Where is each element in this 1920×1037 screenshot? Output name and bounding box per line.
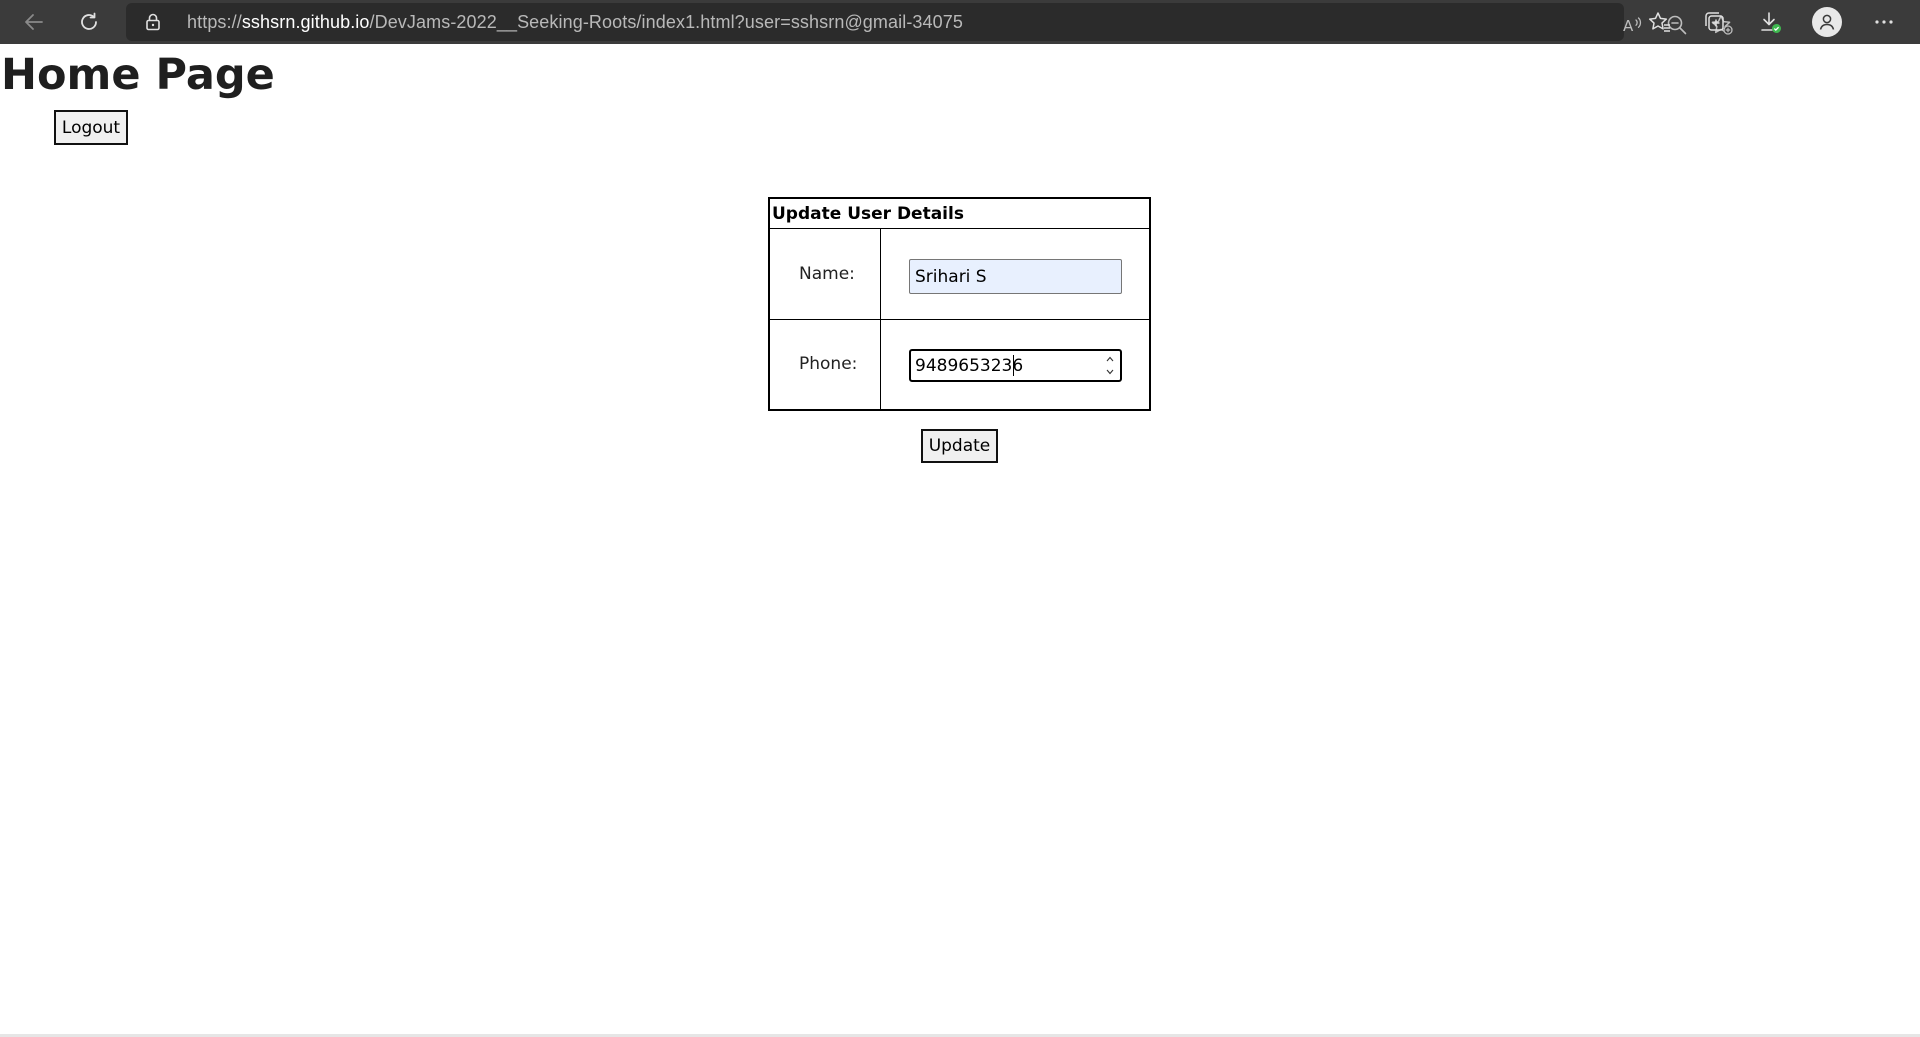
- page-content: Home Page Logout Update User Details Nam…: [0, 44, 1920, 1037]
- table-caption: Update User Details: [770, 199, 1149, 229]
- name-field[interactable]: [909, 259, 1122, 294]
- more-icon[interactable]: [1866, 4, 1902, 40]
- spin-up-icon[interactable]: [1104, 353, 1116, 365]
- number-spinner[interactable]: [1104, 353, 1116, 378]
- reload-icon[interactable]: [71, 4, 107, 40]
- avatar: [1812, 7, 1842, 37]
- name-label: Name:: [799, 264, 855, 284]
- phone-field[interactable]: [911, 351, 1096, 380]
- collections-icon[interactable]: [1697, 4, 1733, 40]
- profile-icon[interactable]: [1809, 4, 1845, 40]
- url-text[interactable]: https://sshsrn.github.io/DevJams-2022__S…: [187, 12, 963, 33]
- row-divider: [770, 319, 1149, 320]
- back-arrow-icon[interactable]: [16, 4, 52, 40]
- url-path: /DevJams-2022__Seeking-Roots/index1.html…: [369, 12, 963, 32]
- url-host: sshsrn.github.io: [241, 12, 370, 32]
- phone-label: Phone:: [799, 354, 858, 374]
- downloads-icon[interactable]: [1752, 4, 1788, 40]
- url-scheme: https://: [187, 12, 242, 32]
- favorites-icon[interactable]: [1642, 4, 1678, 40]
- browser-toolbar: https://sshsrn.github.io/DevJams-2022__S…: [0, 0, 1920, 44]
- update-button[interactable]: Update: [921, 429, 998, 463]
- update-user-details-table: Update User Details Name: Phone:: [768, 197, 1151, 411]
- svg-text:A: A: [1623, 17, 1634, 35]
- lock-icon[interactable]: [144, 13, 162, 31]
- address-bar[interactable]: https://sshsrn.github.io/DevJams-2022__S…: [126, 3, 1733, 41]
- logout-button[interactable]: Logout: [54, 110, 128, 145]
- spin-down-icon[interactable]: [1104, 366, 1116, 378]
- page-title: Home Page: [1, 50, 275, 100]
- phone-field-wrapper[interactable]: [909, 349, 1122, 382]
- text-caret: [1013, 355, 1014, 376]
